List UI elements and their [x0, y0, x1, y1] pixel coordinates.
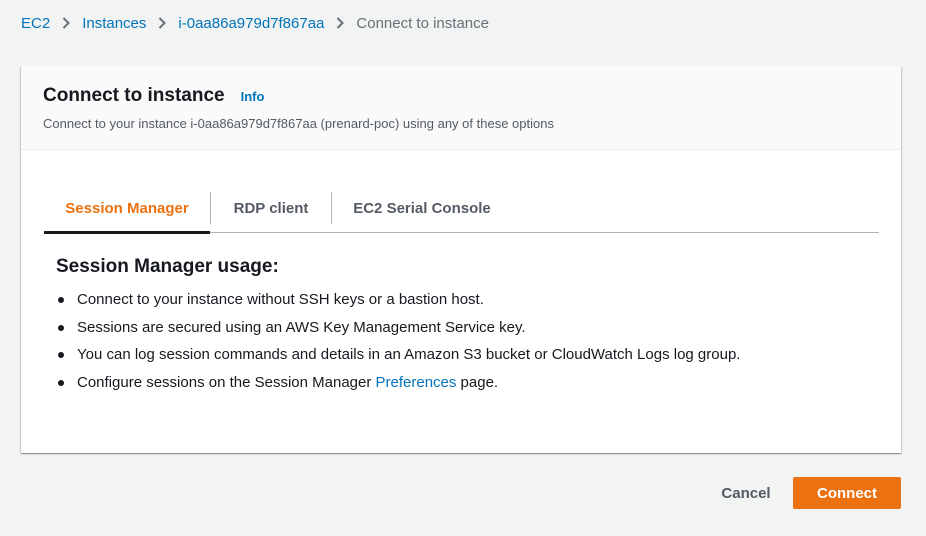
session-manager-content: Session Manager usage: Connect to your i…: [56, 256, 740, 401]
breadcrumb: EC2 Instances i-0aa86a979d7f867aa Connec…: [21, 13, 489, 33]
panel-header: Connect to instance Info Connect to your…: [21, 66, 901, 150]
tab-ec2-serial-console[interactable]: EC2 Serial Console: [332, 184, 512, 232]
panel-description: Connect to your instance i-0aa86a979d7f8…: [43, 116, 554, 131]
usage-list: Connect to your instance without SSH key…: [57, 291, 740, 402]
list-item: Sessions are secured using an AWS Key Ma…: [57, 319, 740, 347]
tab-rdp-client[interactable]: RDP client: [211, 184, 331, 232]
list-item: Connect to your instance without SSH key…: [57, 291, 740, 319]
list-item: You can log session commands and details…: [57, 346, 740, 374]
chevron-right-icon: [158, 17, 167, 29]
breadcrumb-instances[interactable]: Instances: [82, 15, 146, 32]
title-row: Connect to instance Info: [43, 85, 879, 107]
usage-heading: Session Manager usage:: [56, 256, 279, 277]
list-item-text: page.: [456, 373, 499, 391]
list-item: Configure sessions on the Session Manage…: [57, 373, 740, 402]
breadcrumb-ec2[interactable]: EC2: [21, 15, 50, 32]
chevron-right-icon: [62, 17, 71, 29]
page-title: Connect to instance: [43, 85, 225, 106]
connect-button[interactable]: Connect: [793, 477, 901, 509]
breadcrumb-instance-id[interactable]: i-0aa86a979d7f867aa: [178, 15, 324, 32]
connect-panel: Connect to instance Info Connect to your…: [21, 66, 901, 453]
tab-session-manager[interactable]: Session Manager: [44, 184, 210, 234]
chevron-right-icon: [336, 17, 345, 29]
breadcrumb-current: Connect to instance: [356, 14, 489, 32]
cancel-button[interactable]: Cancel: [706, 477, 786, 509]
tab-bar: Session Manager RDP client EC2 Serial Co…: [44, 184, 879, 234]
preferences-link[interactable]: Preferences: [376, 374, 457, 391]
list-item-text: Configure sessions on the Session Manage…: [77, 373, 376, 391]
info-link[interactable]: Info: [241, 89, 265, 104]
